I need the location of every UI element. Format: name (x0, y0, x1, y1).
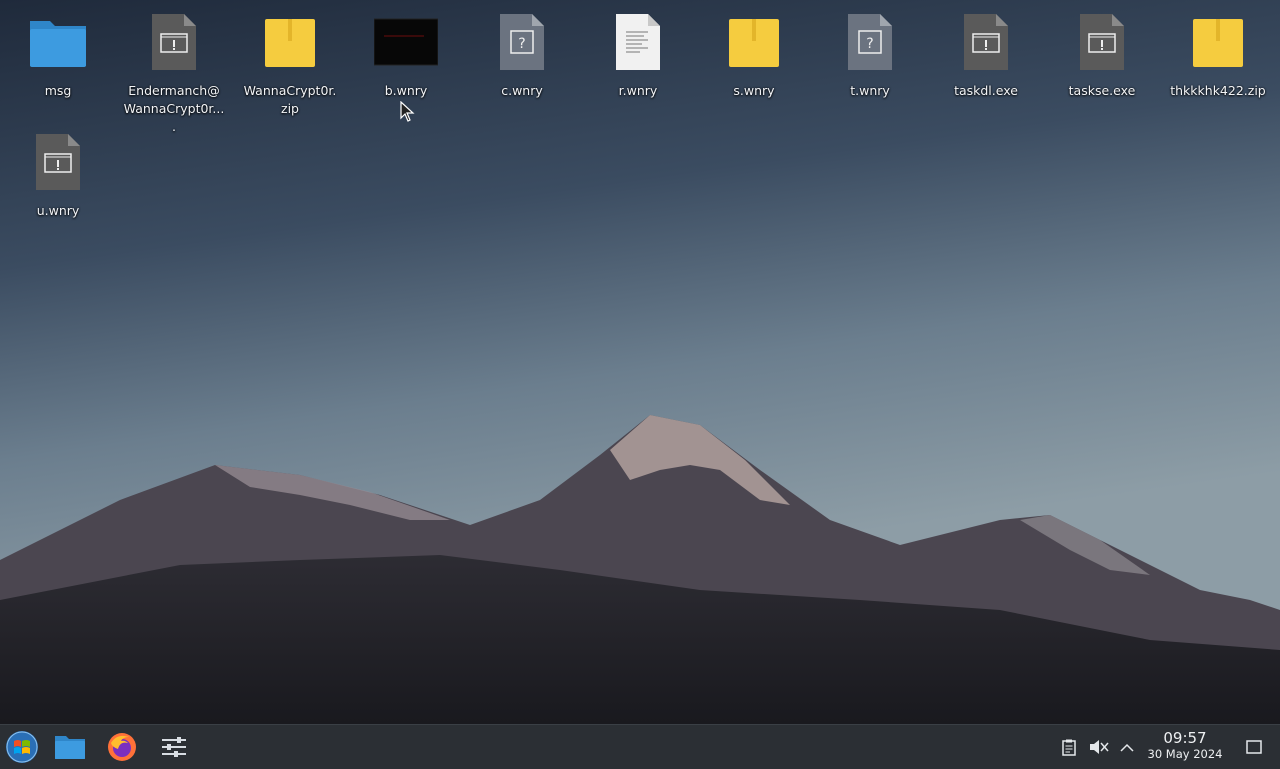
zip-archive-icon (258, 10, 322, 74)
executable-icon (1070, 10, 1134, 74)
icon-label: WannaCrypt0r. zip (243, 83, 337, 116)
text-document-icon (606, 10, 670, 74)
taskbar: 09:57 30 May 2024 (0, 724, 1280, 769)
settings-icon (162, 737, 186, 757)
desktop-icon-r-wnry[interactable]: r.wnry (583, 10, 693, 100)
icon-label: t.wnry (850, 83, 890, 98)
show-desktop-button[interactable] (1240, 725, 1268, 769)
desktop-icon-thkkkhk422-zip[interactable]: thkkkhk422.zip (1163, 10, 1273, 100)
svg-text:?: ? (866, 36, 873, 52)
start-menu-icon (6, 731, 38, 763)
desktop-area: msg Endermanch@ WannaCrypt0r.... WannaCr… (0, 0, 1280, 724)
show-desktop-icon (1246, 740, 1262, 754)
desktop-icon-b-wnry[interactable]: b.wnry (351, 10, 461, 100)
desktop-icon-u-wnry[interactable]: u.wnry (3, 130, 113, 220)
firefox-button[interactable] (100, 725, 144, 769)
executable-icon (954, 10, 1018, 74)
unknown-file-icon: ? (838, 10, 902, 74)
desktop-icon-wannacrypt0r-zip[interactable]: WannaCrypt0r. zip (235, 10, 345, 118)
icon-label: thkkkhk422.zip (1170, 83, 1266, 98)
svg-text:?: ? (518, 36, 525, 52)
icon-label: b.wnry (384, 83, 428, 98)
icon-label: r.wnry (618, 83, 658, 98)
desktop-icon-s-wnry[interactable]: s.wnry (699, 10, 809, 100)
executable-icon (142, 10, 206, 74)
taskbar-clock[interactable]: 09:57 30 May 2024 (1139, 730, 1231, 762)
icon-label: Endermanch@ WannaCrypt0r.... (123, 83, 225, 134)
mouse-cursor-icon (400, 101, 415, 122)
icon-label: c.wnry (501, 83, 543, 98)
desktop-icon-c-wnry[interactable]: ? c.wnry (467, 10, 577, 100)
firefox-icon (108, 733, 136, 761)
clipboard-tray-button[interactable] (1056, 725, 1082, 769)
icon-label: s.wnry (733, 83, 775, 98)
icon-label: taskse.exe (1068, 83, 1136, 98)
file-manager-button[interactable] (48, 725, 92, 769)
chevron-up-icon (1120, 743, 1134, 752)
settings-button[interactable] (152, 725, 196, 769)
start-menu-button[interactable] (0, 725, 44, 769)
icon-label: u.wnry (36, 203, 80, 218)
desktop-icon-endermanch-wannacrypt0r[interactable]: Endermanch@ WannaCrypt0r.... (119, 10, 229, 136)
folder-icon (26, 10, 90, 74)
volume-tray-button[interactable] (1086, 725, 1112, 769)
icon-label: msg (44, 83, 72, 98)
desktop-icon-taskse-exe[interactable]: taskse.exe (1047, 10, 1157, 100)
zip-archive-icon (722, 10, 786, 74)
zip-archive-icon (1186, 10, 1250, 74)
clock-date: 30 May 2024 (1147, 747, 1223, 761)
image-thumbnail-icon (374, 10, 438, 74)
clipboard-icon (1062, 739, 1076, 756)
show-hidden-icons-button[interactable] (1116, 725, 1138, 769)
executable-icon (26, 130, 90, 194)
clock-time: 09:57 (1163, 729, 1207, 747)
desktop-icon-taskdl-exe[interactable]: taskdl.exe (931, 10, 1041, 100)
unknown-file-icon: ? (490, 10, 554, 74)
icon-label: taskdl.exe (954, 83, 1018, 98)
volume-muted-icon (1090, 740, 1109, 754)
desktop-icon-msg[interactable]: msg (3, 10, 113, 100)
file-manager-icon (55, 736, 85, 759)
desktop-icon-t-wnry[interactable]: ? t.wnry (815, 10, 925, 100)
